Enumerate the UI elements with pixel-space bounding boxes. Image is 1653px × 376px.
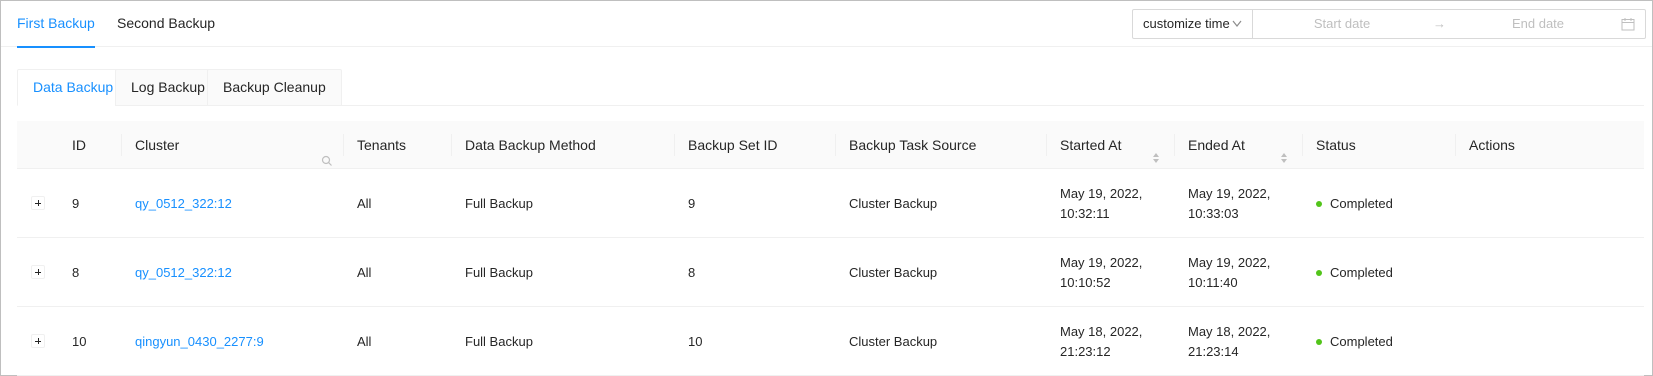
expand-row-icon[interactable]	[31, 265, 45, 279]
started-time: 10:10:52	[1060, 274, 1111, 290]
range-separator: →	[1433, 16, 1446, 31]
cell-set-id: 9	[688, 196, 696, 211]
status-label: Completed	[1330, 334, 1393, 349]
col-ended-label: Ended At	[1188, 137, 1245, 153]
col-method: Data Backup Method	[465, 137, 596, 153]
search-icon[interactable]	[321, 138, 333, 166]
table-row: 9 qy_0512_322:12 All Full Backup 9 Clust…	[17, 169, 1644, 238]
col-ended[interactable]: Ended At	[1174, 121, 1302, 169]
started-date: May 19, 2022,	[1060, 254, 1143, 270]
cell-source: Cluster Backup	[849, 265, 938, 280]
cell-set-id: 8	[688, 265, 696, 280]
status-dot-icon	[1316, 338, 1322, 345]
calendar-icon[interactable]	[1621, 17, 1635, 31]
col-id: ID	[72, 137, 86, 153]
cell-source: Cluster Backup	[849, 334, 938, 349]
cell-started: May 18, 2022, 21:23:12	[1046, 307, 1142, 376]
tab-log-backup[interactable]: Log Backup	[115, 69, 221, 106]
cell-id: 10	[72, 334, 87, 349]
status-dot-icon	[1316, 269, 1322, 276]
cell-tenants: All	[357, 334, 372, 349]
backup-table: ID Cluster Tenants Data Backup Method Ba…	[17, 121, 1644, 376]
status-dot-icon	[1316, 200, 1322, 207]
col-cluster: Cluster	[121, 121, 343, 169]
end-date-input[interactable]: End date	[1453, 10, 1623, 38]
cell-started: May 19, 2022, 10:10:52	[1046, 238, 1142, 307]
chevron-down-icon	[1232, 10, 1242, 48]
ended-time: 10:11:40	[1188, 274, 1238, 290]
cell-source: Cluster Backup	[849, 196, 938, 211]
cell-tenants: All	[357, 265, 372, 280]
status-label: Completed	[1330, 196, 1393, 211]
expand-row-icon[interactable]	[31, 196, 45, 210]
ended-date: May 19, 2022,	[1188, 254, 1271, 270]
cell-status: Completed	[1302, 238, 1393, 307]
ended-date: May 18, 2022,	[1188, 323, 1271, 339]
sort-icon[interactable]	[1152, 137, 1160, 163]
cell-method: Full Backup	[465, 265, 533, 280]
tab-backup-cleanup[interactable]: Backup Cleanup	[207, 69, 342, 106]
backup-type-tabs: Data Backup Log Backup Backup Cleanup	[17, 69, 1644, 106]
sort-icon[interactable]	[1280, 137, 1288, 163]
cell-status: Completed	[1302, 169, 1393, 238]
started-date: May 19, 2022,	[1060, 185, 1143, 201]
col-source: Backup Task Source	[849, 137, 977, 153]
cell-id: 8	[72, 265, 80, 280]
cell-cluster: qy_0512_322:12	[121, 169, 232, 238]
start-date-input[interactable]: Start date	[1254, 10, 1430, 38]
cell-method: Full Backup	[465, 334, 533, 349]
cluster-link[interactable]: qy_0512_322:12	[135, 196, 232, 211]
status-label: Completed	[1330, 265, 1393, 280]
cell-method: Full Backup	[465, 196, 533, 211]
col-started[interactable]: Started At	[1046, 121, 1174, 169]
col-cluster-label: Cluster	[135, 137, 180, 153]
time-mode-select[interactable]: customize time	[1133, 10, 1253, 38]
started-time: 10:32:11	[1060, 205, 1110, 221]
cell-cluster: qy_0512_322:12	[121, 238, 232, 307]
col-tenants: Tenants	[357, 137, 407, 153]
col-set-id: Backup Set ID	[688, 137, 778, 153]
cell-cluster: qingyun_0430_2277:9	[121, 307, 264, 376]
ended-time: 21:23:14	[1188, 343, 1239, 359]
cell-ended: May 19, 2022, 10:33:03	[1174, 169, 1270, 238]
ended-date: May 19, 2022,	[1188, 185, 1271, 201]
time-mode-label: customize time	[1143, 16, 1230, 31]
cell-ended: May 18, 2022, 21:23:14	[1174, 307, 1270, 376]
cell-tenants: All	[357, 196, 372, 211]
cell-status: Completed	[1302, 307, 1393, 376]
col-actions: Actions	[1469, 137, 1515, 153]
table-row: 10 qingyun_0430_2277:9 All Full Backup 1…	[17, 307, 1644, 376]
tab-data-backup[interactable]: Data Backup	[17, 69, 130, 106]
cell-set-id: 10	[688, 334, 703, 349]
table-row: 8 qy_0512_322:12 All Full Backup 8 Clust…	[17, 238, 1644, 307]
table-header: ID Cluster Tenants Data Backup Method Ba…	[17, 121, 1644, 169]
cell-ended: May 19, 2022, 10:11:40	[1174, 238, 1270, 307]
tab-first-backup[interactable]: First Backup	[17, 1, 95, 48]
top-bar: First Backup Second Backup customize tim…	[1, 1, 1652, 48]
ended-time: 10:33:03	[1188, 205, 1239, 221]
cluster-link[interactable]: qingyun_0430_2277:9	[135, 334, 264, 349]
cell-id: 9	[72, 196, 80, 211]
backup-panel: First Backup Second Backup customize tim…	[0, 0, 1653, 376]
col-status: Status	[1316, 137, 1356, 153]
expand-row-icon[interactable]	[31, 334, 45, 348]
tab-second-backup[interactable]: Second Backup	[117, 1, 215, 47]
col-started-label: Started At	[1060, 137, 1122, 153]
cell-started: May 19, 2022, 10:32:11	[1046, 169, 1142, 238]
started-time: 21:23:12	[1060, 343, 1111, 359]
started-date: May 18, 2022,	[1060, 323, 1143, 339]
cluster-link[interactable]: qy_0512_322:12	[135, 265, 232, 280]
date-range-picker: customize time Start date → End date	[1132, 9, 1646, 39]
